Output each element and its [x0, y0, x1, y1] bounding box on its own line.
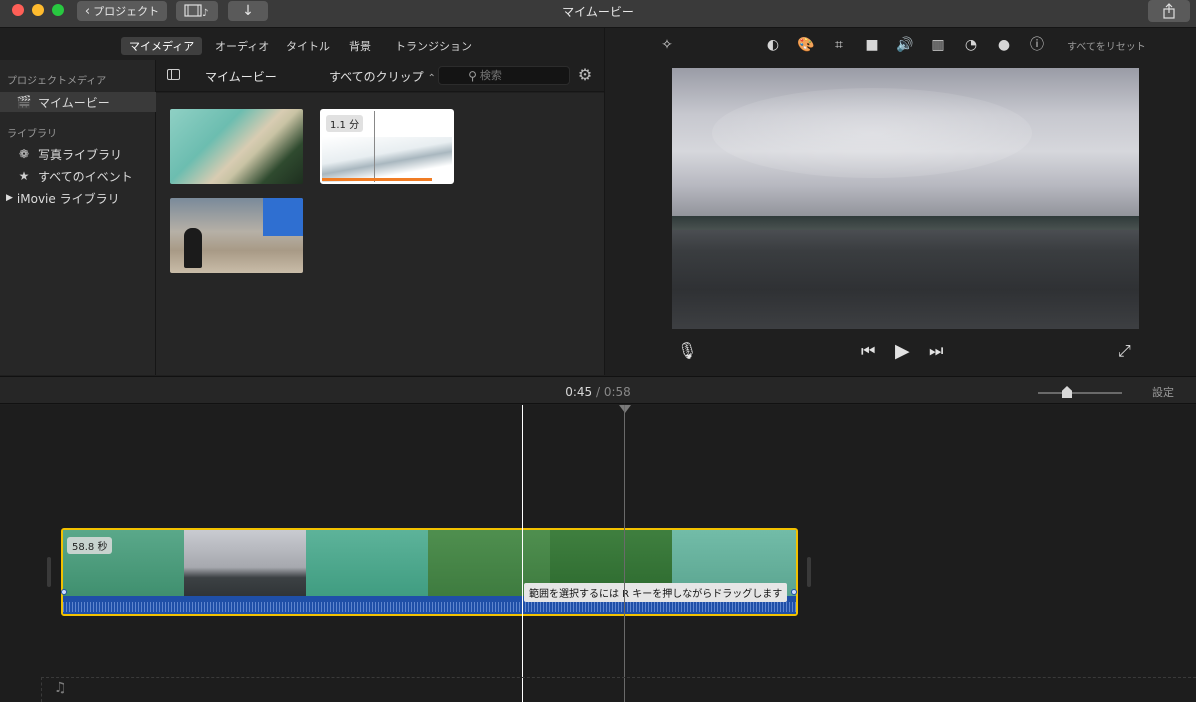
background-music-well[interactable]: ♫ — [41, 677, 1196, 702]
tab-my-media[interactable]: マイメディア — [121, 37, 203, 55]
microphone-icon[interactable]: 🎙 — [677, 342, 697, 360]
clip-thumbnail-aerial-beach[interactable] — [170, 109, 303, 184]
window-title: マイムービー — [562, 5, 634, 19]
timeline-clip[interactable]: 58.8 秒 — [61, 528, 798, 616]
clip-thumbnail-image — [263, 198, 303, 236]
skimmer-line — [624, 405, 625, 702]
media-browser: 1.1 分 — [156, 93, 604, 375]
sidebar-item-label: iMovie ライブラリ — [16, 191, 120, 206]
tab-transitions[interactable]: トランジション — [387, 37, 480, 55]
crop-icon[interactable]: ⌗ — [830, 36, 848, 54]
reset-all-button[interactable]: すべてをリセット — [1067, 38, 1146, 53]
equalizer-icon[interactable]: ▥ — [929, 36, 947, 54]
library-sidebar: プロジェクトメディア 🎬 マイムービー ライブラリ ❁ 写真ライブラリ ★ すべ… — [0, 60, 156, 375]
fullscreen-icon[interactable]: ⤢ — [1118, 342, 1131, 360]
current-time: 0:45 — [565, 385, 593, 399]
disclosure-triangle-icon[interactable]: ▶ — [6, 193, 13, 203]
tab-titles[interactable]: タイトル — [278, 37, 338, 55]
timecode-display: 0:45 / 0:58 — [0, 385, 1196, 399]
total-time: 0:58 — [603, 385, 631, 399]
timeline-zoom-slider[interactable] — [1038, 386, 1122, 398]
sidebar-item-label: マイムービー — [38, 95, 110, 110]
video-frame-image — [672, 216, 1139, 230]
sidebar-item-label: すべてのイベント — [38, 169, 133, 184]
filter-icon[interactable]: ● — [995, 36, 1013, 54]
share-icon — [1163, 3, 1175, 19]
audio-fade-handle-right[interactable] — [791, 589, 797, 595]
timeline-header: 0:45 / 0:58 設定 — [0, 376, 1196, 404]
sidebar-item-all-events[interactable]: ★ すべてのイベント — [0, 166, 156, 186]
star-icon: ★ — [18, 169, 30, 183]
search-field[interactable]: ⚲ — [438, 66, 570, 85]
speedometer-icon[interactable]: ◔ — [962, 36, 980, 54]
flower-icon: ❁ — [18, 147, 30, 161]
sidebar-item-my-movie[interactable]: 🎬 マイムービー — [0, 92, 156, 112]
browser-tab-bar: マイメディア オーディオ タイトル 背景 トランジション — [0, 30, 604, 60]
clip-filter-label: すべてのクリップ — [329, 70, 424, 84]
share-button[interactable] — [1148, 0, 1190, 22]
video-preview[interactable] — [672, 68, 1139, 329]
magic-wand-icon[interactable]: ✧ — [658, 36, 676, 54]
music-note-icon: ♫ — [54, 680, 67, 696]
gear-icon[interactable]: ⚙ — [576, 66, 594, 84]
info-icon[interactable]: ⓘ — [1028, 36, 1046, 54]
timeline-settings-button[interactable]: 設定 — [1152, 384, 1174, 400]
project-media-heading: プロジェクトメディア — [7, 76, 107, 87]
sidebar-item-label: 写真ライブラリ — [38, 147, 123, 162]
skip-forward-icon[interactable]: ⏭ — [929, 342, 943, 360]
browser-title: マイムービー — [205, 70, 277, 84]
play-icon[interactable]: ▶ — [895, 342, 910, 361]
range-select-tooltip: 範囲を選択するには R キーを押しながらドラッグします — [524, 583, 788, 602]
search-input[interactable] — [479, 69, 540, 82]
stabilization-camera-icon[interactable]: ■ — [863, 36, 881, 54]
time-separator: / — [595, 385, 601, 399]
used-range-bar — [322, 178, 432, 181]
palette-icon[interactable]: 🎨 — [797, 36, 815, 54]
library-heading: ライブラリ — [7, 129, 57, 140]
video-frame-image — [712, 88, 1032, 178]
waveform-graphic — [63, 602, 796, 612]
timeline[interactable]: 58.8 秒 範囲を選択するには R キーを押しながらドラッグします ♫ — [0, 405, 1196, 702]
clip-duration-badge: 1.1 分 — [326, 115, 364, 132]
timeline-left-handle — [47, 557, 51, 587]
clip-thumbnail-ocean-waves[interactable]: 1.1 分 — [320, 109, 454, 184]
audio-fade-handle-left[interactable] — [61, 589, 67, 595]
skimmer-marker — [619, 405, 631, 413]
clapperboard-icon: 🎬 — [16, 95, 32, 109]
chevron-updown-icon: ⌃ — [427, 73, 436, 84]
tab-audio[interactable]: オーディオ — [207, 37, 277, 55]
skip-back-icon[interactable]: ⏮ — [861, 342, 875, 360]
tab-backgrounds[interactable]: 背景 — [341, 37, 379, 55]
color-balance-icon[interactable]: ◐ — [764, 36, 782, 54]
clip-filter-popup[interactable]: すべてのクリップ ⌃ — [329, 68, 436, 85]
sidebar-item-photos-library[interactable]: ❁ 写真ライブラリ — [0, 144, 156, 164]
clip-frame — [306, 530, 428, 598]
sidebar-item-imovie-library[interactable]: ▶ iMovie ライブラリ — [0, 188, 156, 208]
title-bar: ‹ プロジェクト ♪ ↓ マイムービー — [0, 0, 1196, 28]
volume-icon[interactable]: 🔊 — [896, 36, 914, 54]
viewer-panel: ✧ ◐ 🎨 ⌗ ■ 🔊 ▥ ◔ ● ⓘ すべてをリセット 🎙 ⏮ ▶ ⏭ ⤢ — [604, 28, 1196, 375]
clip-thumbnail-image — [184, 228, 202, 268]
clip-duration-badge: 58.8 秒 — [67, 537, 113, 554]
browser-header: マイムービー すべてのクリップ ⌃ ⚲ ⚙ — [156, 60, 604, 92]
magnifier-icon: ⚲ — [468, 68, 477, 83]
sidebar-toggle-icon[interactable] — [167, 69, 180, 80]
clip-thumbnail-image — [322, 137, 452, 182]
playhead[interactable] — [522, 405, 523, 702]
clip-thumbnail-runner-beach[interactable] — [170, 198, 303, 273]
timeline-right-handle — [807, 557, 811, 587]
skimmer-line — [374, 111, 375, 182]
clip-frame — [184, 530, 306, 598]
